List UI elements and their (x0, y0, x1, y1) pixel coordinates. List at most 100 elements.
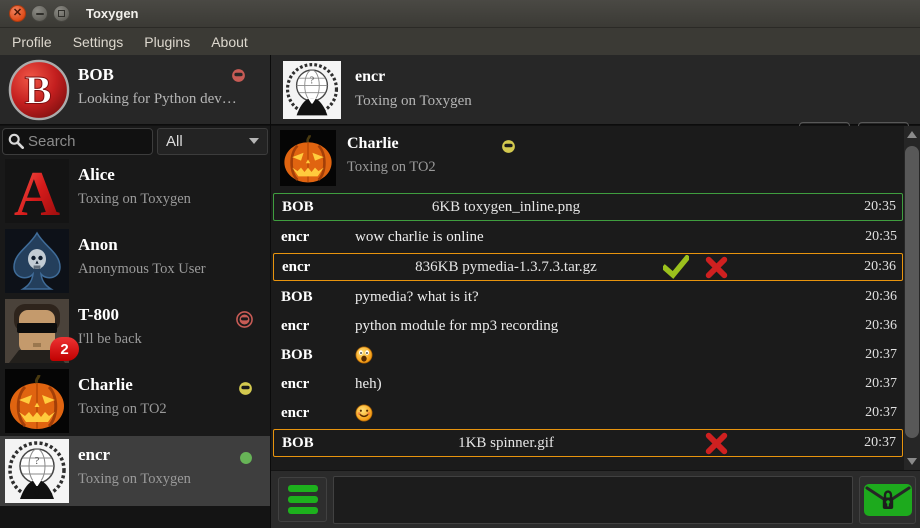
titlebar: ✕ Toxygen (0, 0, 920, 28)
contact-row-charlie[interactable]: Charlie Toxing on TO2 (0, 366, 270, 436)
svg-text:?: ? (35, 455, 40, 467)
pumpkin-avatar-icon (280, 130, 336, 186)
decline-transfer-button[interactable] (696, 256, 736, 279)
cross-icon (705, 256, 728, 279)
message-sender: encr (273, 229, 355, 246)
away-status-icon (501, 139, 516, 159)
message-sender: BOB (274, 199, 356, 216)
scrollbar-thumb[interactable] (905, 146, 919, 438)
contact-status-message: Toxing on Toxygen (78, 191, 191, 208)
message-sender: encr (274, 259, 356, 276)
alice-avatar-icon: A (5, 159, 69, 223)
svg-text:?: ? (310, 76, 315, 87)
contact-row-t800[interactable]: T-800 I'll be back 2 (0, 296, 270, 366)
self-avatar[interactable]: B (8, 59, 70, 121)
menu-profile[interactable]: Profile (12, 34, 52, 50)
file-transfer-name: 1KB spinner.gif (356, 435, 656, 452)
minimize-icon (36, 13, 44, 15)
close-button[interactable]: ✕ (9, 5, 26, 22)
chat-friend-status-message: Toxing on TO2 (347, 159, 436, 176)
contact-filter-value: All (166, 133, 249, 150)
triangle-down-icon (907, 458, 917, 465)
contact-name: T-800 (78, 305, 119, 325)
accept-transfer-button[interactable] (656, 255, 696, 279)
unread-count-badge: 2 (50, 337, 79, 361)
svg-text:B: B (24, 68, 51, 113)
message-smiley: BOB 20:37 (273, 342, 903, 368)
contact-status-message: I'll be back (78, 331, 142, 348)
menu-about[interactable]: About (211, 34, 248, 50)
message-text: encr python module for mp3 recording 20:… (273, 313, 903, 339)
hamburger-icon (288, 485, 318, 514)
message-body (355, 404, 843, 422)
message-time: 20:37 (842, 435, 902, 451)
encrypted-send-icon (863, 483, 913, 517)
chat-friend-name: Charlie (347, 135, 399, 153)
message-sender: encr (273, 376, 355, 393)
contact-filter-dropdown[interactable]: All (157, 128, 268, 155)
message-time: 20:37 (843, 405, 903, 421)
contact-status-message: Anonymous Tox User (78, 261, 206, 278)
shocked-smiley-icon (355, 346, 373, 364)
active-friend-name: encr (355, 68, 385, 86)
contact-status-message: Toxing on TO2 (78, 401, 167, 418)
menu-plugins[interactable]: Plugins (144, 34, 190, 50)
message-sender: BOB (273, 289, 355, 306)
message-body: pymedia? what is it? (355, 289, 843, 306)
anonymous-avatar-icon: ? (283, 61, 341, 119)
message-sender: BOB (274, 435, 356, 452)
message-file-transfer: BOB 6KB toxygen_inline.png 20:35 (273, 193, 903, 221)
message-time: 20:35 (843, 229, 903, 245)
message-time: 20:36 (842, 259, 902, 275)
contact-row-anon[interactable]: Anon Anonymous Tox User (0, 226, 270, 296)
message-sender: BOB (273, 347, 355, 364)
header: B BOB Looking for Python dev… ? encr Tox… (0, 55, 920, 125)
triangle-up-icon (907, 131, 917, 138)
contact-name: Anon (78, 235, 118, 255)
chat-scrollbar[interactable] (904, 126, 920, 470)
cross-icon (705, 432, 728, 455)
message-text: encr heh) 20:37 (273, 371, 903, 397)
message-time: 20:35 (842, 199, 902, 215)
message-file-transfer: encr 836KB pymedia-1.3.7.3.tar.gz 20:36 (273, 253, 903, 281)
scroll-down-button[interactable] (904, 453, 920, 470)
message-sender: encr (273, 405, 355, 422)
send-message-button[interactable] (859, 476, 916, 524)
message-time: 20:37 (843, 376, 903, 392)
contact-status-message: Toxing on Toxygen (78, 471, 191, 488)
contact-row-encr[interactable]: ? encr Toxing on Toxygen (0, 436, 270, 506)
message-file-transfer: BOB 1KB spinner.gif 20:37 (273, 429, 903, 457)
anonymous-avatar-icon: ? (5, 439, 69, 503)
close-icon: ✕ (13, 8, 22, 19)
pumpkin-avatar-icon (5, 369, 69, 433)
chevron-down-icon (249, 138, 259, 144)
maximize-button[interactable] (53, 5, 70, 22)
window-controls: ✕ (9, 5, 70, 22)
contact-name: encr (78, 445, 110, 465)
minimize-button[interactable] (31, 5, 48, 22)
message-time: 20:36 (843, 289, 903, 305)
window-title: Toxygen (86, 6, 139, 21)
message-list: BOB 6KB toxygen_inline.png 20:35 encr wo… (273, 193, 903, 457)
contact-name: Charlie (78, 375, 133, 395)
scroll-up-button[interactable] (904, 126, 920, 143)
message-text: encr wow charlie is online 20:35 (273, 224, 903, 250)
contacts-panel: All A Alice Toxing on Toxygen (0, 126, 270, 528)
contact-name: Alice (78, 165, 115, 185)
active-friend-avatar: ? (283, 61, 341, 119)
search-box (2, 128, 153, 155)
decline-transfer-button[interactable] (696, 432, 736, 455)
search-input[interactable] (28, 133, 138, 150)
message-body: wow charlie is online (355, 229, 843, 246)
file-transfer-name: 6KB toxygen_inline.png (356, 199, 656, 216)
message-input[interactable] (333, 476, 853, 524)
file-transfer-name: 836KB pymedia-1.3.7.3.tar.gz (356, 259, 656, 276)
message-body (355, 346, 843, 364)
search-icon (8, 133, 24, 149)
chat-menu-button[interactable] (278, 477, 327, 522)
contact-row-alice[interactable]: A Alice Toxing on Toxygen (0, 156, 270, 226)
spade-skull-avatar-icon (5, 229, 69, 293)
bob-avatar-icon: B (8, 59, 70, 121)
menu-settings[interactable]: Settings (73, 34, 124, 50)
search-row: All (0, 126, 270, 156)
